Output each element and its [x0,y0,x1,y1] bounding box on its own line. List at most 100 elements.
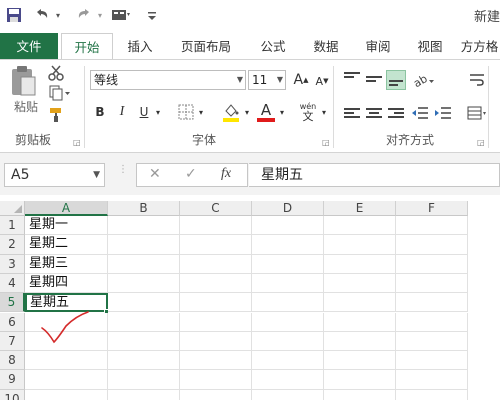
cell-c6[interactable] [180,312,252,332]
underline-button[interactable]: U [136,102,152,122]
fill-color-icon[interactable] [220,101,242,123]
font-name-combo[interactable]: 等线 ▼ [90,70,246,90]
underline-dropdown-icon[interactable]: ▾ [153,104,163,120]
cell-f9[interactable] [396,370,468,390]
cell-a4[interactable]: 星期四 [25,273,108,294]
phonetic-guide-button[interactable]: wén 文 [297,100,319,124]
column-header-d[interactable]: D [252,201,324,216]
tab-data[interactable]: 数据 [303,33,349,60]
cell-f10[interactable] [396,389,468,400]
wrap-text-icon[interactable] [468,72,486,88]
cell-c7[interactable] [180,331,252,352]
row-header-6[interactable]: 6 [0,312,25,332]
font-name-dropdown-icon[interactable]: ▼ [237,71,243,89]
row-header-5[interactable]: 5 [0,293,25,313]
align-left-icon[interactable] [344,108,360,120]
cell-a1[interactable]: 星期一 [25,216,108,236]
cell-c2[interactable] [180,235,252,255]
cell-a9[interactable] [25,370,108,390]
cell-c10[interactable] [180,389,252,400]
tab-page-layout[interactable]: 页面布局 [170,33,242,60]
cell-f6[interactable] [396,312,468,332]
orientation-icon[interactable]: ab [412,71,436,89]
cell-d7[interactable] [252,331,324,352]
cell-d4[interactable] [252,273,324,294]
cell-a10[interactable] [25,389,108,400]
cell-a2[interactable]: 星期二 [25,235,108,255]
column-header-a[interactable]: A [25,201,108,216]
tab-review[interactable]: 审阅 [356,33,400,60]
align-top-icon[interactable] [344,72,360,84]
borders-icon[interactable] [177,102,195,122]
paste-icon[interactable] [8,64,38,98]
sort-icon[interactable] [110,4,132,26]
column-header-c[interactable]: C [180,201,252,216]
tab-formulas[interactable]: 公式 [250,33,296,60]
save-icon[interactable] [4,4,24,26]
cell-f4[interactable] [396,273,468,294]
customize-icon[interactable] [146,4,158,26]
cell-e10[interactable] [324,389,396,400]
cell-a8[interactable] [25,351,108,371]
formula-bar-grip-icon[interactable]: ⋮ [118,165,128,183]
borders-dropdown-icon[interactable]: ▾ [196,104,206,120]
format-painter-icon[interactable] [46,106,66,124]
cell-c8[interactable] [180,351,252,371]
cell-b10[interactable] [108,389,180,400]
tab-view[interactable]: 视图 [408,33,452,60]
cell-e2[interactable] [324,235,396,255]
cell-e4[interactable] [324,273,396,294]
name-box-dropdown-icon[interactable]: ▼ [93,164,100,186]
cell-b7[interactable] [108,331,180,352]
row-header-3[interactable]: 3 [0,254,25,274]
cell-f2[interactable] [396,235,468,255]
decrease-indent-icon[interactable] [410,104,430,122]
align-middle-icon[interactable] [366,76,382,84]
font-size-dropdown-icon[interactable]: ▼ [277,71,283,89]
row-header-9[interactable]: 9 [0,370,25,390]
font-launcher-icon[interactable]: ◲ [322,138,330,147]
tab-file[interactable]: 文件 [0,33,58,60]
cell-d2[interactable] [252,235,324,255]
tab-home[interactable]: 开始 [61,33,113,60]
font-color-button[interactable]: A [256,100,276,124]
clipboard-launcher-icon[interactable]: ◲ [73,138,81,147]
cell-e1[interactable] [324,216,396,236]
cell-e8[interactable] [324,351,396,371]
merge-center-icon[interactable] [466,104,488,122]
cell-b5[interactable] [108,293,180,313]
grow-font-button[interactable]: A ▲ [291,71,311,89]
cell-d1[interactable] [252,216,324,236]
row-header-7[interactable]: 7 [0,331,25,352]
cell-d6[interactable] [252,312,324,332]
align-bottom-button[interactable] [386,70,406,90]
fill-color-dropdown-icon[interactable]: ▾ [242,104,252,120]
cell-f1[interactable] [396,216,468,236]
cell-e7[interactable] [324,331,396,352]
cell-c1[interactable] [180,216,252,236]
alignment-launcher-icon[interactable]: ◲ [477,138,485,147]
align-right-icon[interactable] [388,108,404,120]
cell-d8[interactable] [252,351,324,371]
redo-icon[interactable] [74,4,94,26]
cell-b3[interactable] [108,254,180,274]
cell-e5[interactable] [324,293,396,313]
column-header-e[interactable]: E [324,201,396,216]
cell-e6[interactable] [324,312,396,332]
column-header-f[interactable]: F [396,201,468,216]
cell-c4[interactable] [180,273,252,294]
cell-b6[interactable] [108,312,180,332]
font-size-combo[interactable]: 11 ▼ [248,70,286,90]
cell-b2[interactable] [108,235,180,255]
undo-dropdown-icon[interactable]: ▾ [53,4,63,26]
tab-insert[interactable]: 插入 [118,33,162,60]
cell-e9[interactable] [324,370,396,390]
cell-d3[interactable] [252,254,324,274]
align-center-icon[interactable] [366,108,382,120]
name-box[interactable]: A5 ▼ [4,163,105,187]
cell-d5[interactable] [252,293,324,313]
column-header-b[interactable]: B [108,201,180,216]
cell-c3[interactable] [180,254,252,274]
bold-button[interactable]: B [92,102,108,122]
undo-icon[interactable] [32,4,52,26]
